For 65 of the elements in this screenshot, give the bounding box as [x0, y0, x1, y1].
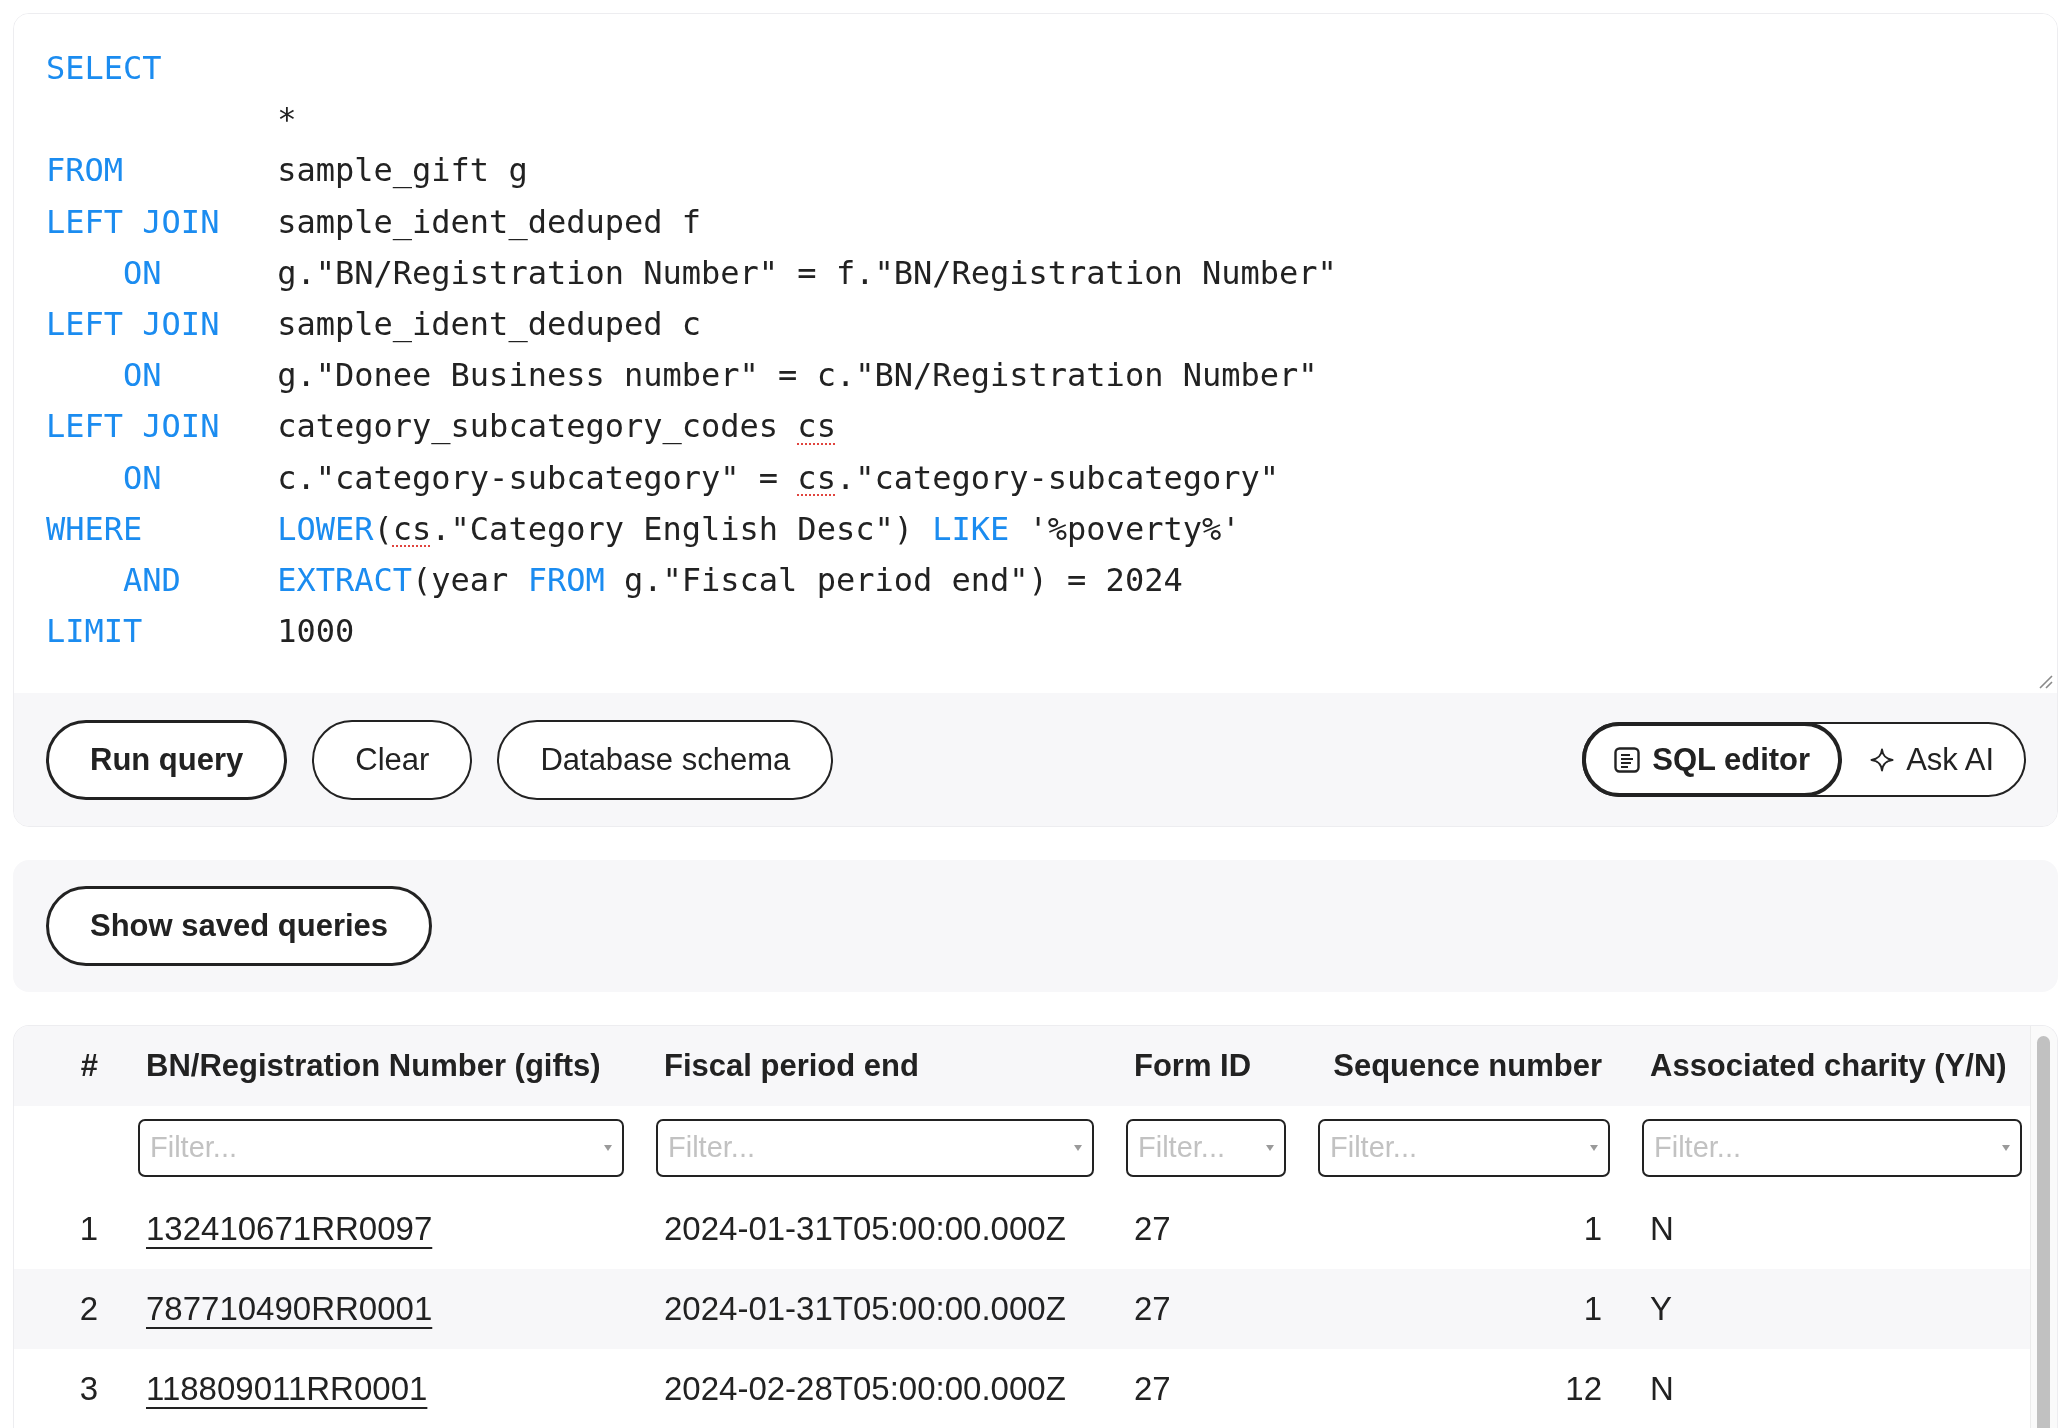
sql-keyword: LEFT JOIN: [46, 304, 220, 343]
database-schema-button[interactable]: Database schema: [497, 719, 834, 800]
sql-keyword: LEFT JOIN: [46, 407, 220, 446]
clear-button[interactable]: Clear: [312, 719, 473, 800]
table-cell: N: [1650, 1370, 1674, 1407]
filter-field[interactable]: Filter...: [1318, 1118, 1610, 1177]
caret-down-icon: [1074, 1144, 1082, 1151]
sql-keyword: ON: [123, 253, 162, 292]
column-header: BN/Registration Number (gifts): [146, 1048, 601, 1083]
sql-keyword: ON: [123, 458, 162, 497]
sql-keyword: LEFT JOIN: [46, 202, 220, 241]
scrollbar-thumb[interactable]: [2037, 1036, 2050, 1428]
table-cell: 1: [1583, 1290, 1602, 1327]
row-number: 3: [79, 1370, 98, 1407]
run-query-button[interactable]: Run query: [46, 719, 288, 800]
filter-field[interactable]: Filter...: [656, 1118, 1094, 1177]
table-cell: 2024-01-31T05:00:00.000Z: [664, 1210, 1066, 1247]
registration-link[interactable]: 787710490RR0001: [146, 1290, 433, 1327]
sql-code: LOWER(cs."Category English Desc") LIKE '%poverty%': [277, 508, 1241, 550]
registration-link[interactable]: 118809011RR0001: [146, 1370, 428, 1407]
caret-down-icon: [1590, 1144, 1598, 1151]
row-number: 1: [79, 1210, 98, 1247]
column-header: #: [80, 1048, 98, 1083]
table-cell: 27: [1134, 1210, 1171, 1247]
filter-field[interactable]: Filter...: [1126, 1118, 1286, 1177]
document-icon: [1614, 746, 1641, 773]
sql-keyword: WHERE: [46, 509, 143, 548]
sql-editor-tab[interactable]: SQL editor: [1582, 722, 1843, 797]
table-cell: 2024-02-28T05:00:00.000Z: [664, 1370, 1066, 1407]
table-cell: 2024-01-31T05:00:00.000Z: [664, 1290, 1066, 1327]
column-header: Form ID: [1134, 1048, 1252, 1083]
caret-down-icon: [604, 1144, 612, 1151]
sql-code: g."Donee Business number" = c."BN/Registration Number": [277, 355, 1318, 397]
table-cell: 27: [1134, 1370, 1171, 1407]
sql-keyword: LIMIT: [46, 612, 143, 651]
sql-code: g."BN/Registration Number" = f."BN/Registration Number": [277, 252, 1337, 294]
sql-keyword: AND: [123, 560, 181, 599]
row-number: 2: [79, 1290, 98, 1327]
column-header: Fiscal period end: [664, 1048, 919, 1083]
sql-code: c."category-subcategory" = cs."category-subcategory": [277, 457, 1279, 499]
sql-code: EXTRACT(year FROM g."Fiscal period end") = 2024: [277, 559, 1183, 601]
table-cell: 27: [1134, 1290, 1171, 1327]
sql-code: sample_ident_deduped f: [277, 201, 702, 243]
filter-field[interactable]: Filter...: [1642, 1118, 2022, 1177]
sql-code: *: [277, 99, 297, 141]
column-header: Sequence number: [1333, 1048, 1602, 1083]
table-cell: Y: [1650, 1290, 1672, 1327]
sql-code: sample_ident_deduped c: [277, 303, 702, 345]
table-cell: N: [1650, 1210, 1674, 1247]
caret-down-icon: [2002, 1144, 2010, 1151]
sql-keyword: SELECT: [46, 49, 162, 87]
sql-code: sample_gift g: [277, 150, 528, 192]
caret-down-icon: [1266, 1144, 1274, 1151]
filter-field[interactable]: Filter...: [138, 1118, 624, 1177]
resize-handle-icon[interactable]: [2039, 675, 2053, 689]
sql-code: category_subcategory_codes cs: [277, 406, 836, 448]
table-cell: 12: [1565, 1370, 1602, 1407]
registration-link[interactable]: 132410671RR0097: [146, 1210, 433, 1247]
sql-keyword: FROM: [46, 151, 124, 190]
sparkle-icon: [1870, 747, 1895, 772]
show-saved-queries-button[interactable]: Show saved queries: [46, 886, 433, 966]
column-header: Associated charity (Y/N): [1650, 1048, 2007, 1083]
sql-code: 1000: [277, 611, 355, 653]
sql-keyword: ON: [123, 356, 162, 395]
table-cell: 1: [1583, 1210, 1602, 1247]
